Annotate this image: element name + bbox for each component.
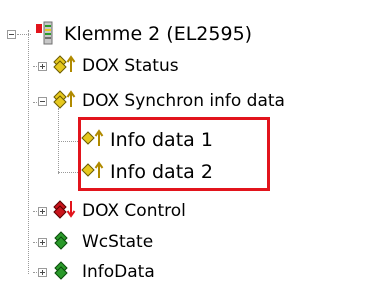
tree-item-dox-synchron-info-data[interactable]: DOX Synchron info data [52, 85, 285, 117]
expand-toggle[interactable] [38, 207, 47, 216]
tree-connector [17, 34, 31, 35]
status-vars-icon [52, 229, 76, 256]
collapse-toggle[interactable] [7, 30, 16, 39]
tree-connector [58, 141, 78, 142]
tree-connector [58, 172, 78, 173]
tree-item-label: DOX Control [82, 200, 186, 221]
tree-item-label: InfoData [82, 261, 155, 282]
tree-item-label: WcState [82, 231, 154, 252]
tree-item-label: Klemme 2 (EL2595) [64, 22, 253, 45]
tree-view: Klemme 2 (EL2595) DOX Status DOX Synchro… [0, 0, 377, 291]
expand-toggle[interactable] [38, 268, 47, 277]
output-vars-icon [52, 198, 76, 225]
collapse-toggle[interactable] [38, 97, 47, 106]
tree-item-label: DOX Status [82, 55, 179, 76]
tree-item-dox-control[interactable]: DOX Control [52, 195, 186, 227]
input-vars-icon [52, 53, 76, 80]
tree-item-root[interactable]: Klemme 2 (EL2595) [34, 18, 252, 50]
tree-item-infodata[interactable]: InfoData [52, 256, 155, 288]
expand-toggle[interactable] [38, 62, 47, 71]
terminal-icon [34, 18, 58, 51]
tree-item-label: DOX Synchron info data [82, 90, 285, 111]
expand-toggle[interactable] [38, 238, 47, 247]
tree-item-dox-status[interactable]: DOX Status [52, 50, 179, 82]
input-vars-icon [52, 88, 76, 115]
tree-connector [28, 30, 29, 274]
highlight-box [78, 117, 270, 191]
tree-item-wcstate[interactable]: WcState [52, 226, 153, 258]
status-vars-icon [52, 259, 76, 286]
